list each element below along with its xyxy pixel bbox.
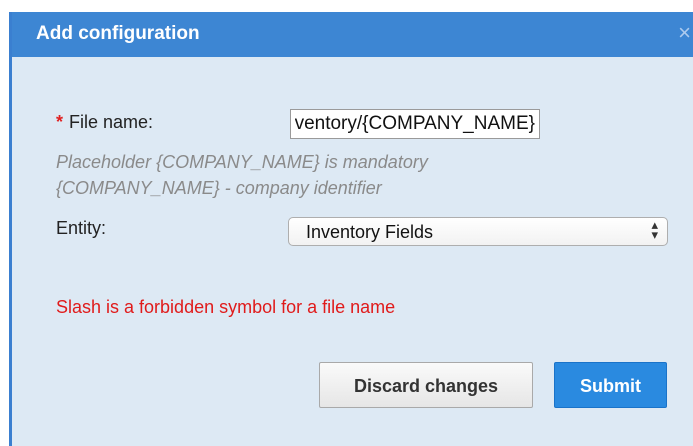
error-message: Slash is a forbidden symbol for a file n… [56,297,396,317]
company-identifier-hint: {COMPANY_NAME} - company identifier [56,178,382,198]
submit-button[interactable]: Submit [554,362,667,408]
placeholder-hint: Placeholder {COMPANY_NAME} is mandatory [56,152,428,172]
required-marker: * [56,112,64,132]
dialog-titlebar: Add configuration × [12,12,693,57]
close-icon[interactable]: × [678,22,691,44]
entity-select-value: Inventory Fields [306,222,434,242]
add-configuration-dialog: Add configuration × *File name: Placehol… [9,12,693,446]
file-name-input[interactable] [290,109,540,139]
file-name-label: * File name: [56,112,153,133]
select-arrows-icon: ▴ ▾ [651,217,658,242]
discard-changes-button[interactable]: Discard changes [319,362,533,408]
dialog-title: Add configuration [36,23,200,44]
file-name-label-text: File name: [69,112,154,132]
entity-label: Entity: [56,218,107,238]
entity-select[interactable]: Inventory Fields ▴ ▾ [288,217,668,246]
